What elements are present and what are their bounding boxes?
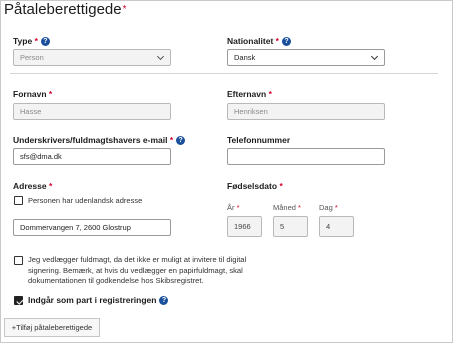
adresse-label: Adresse * <box>13 181 52 191</box>
part-label-text: Indgår som part i registreringen <box>28 295 157 305</box>
day-input[interactable]: 4 <box>319 216 354 237</box>
type-label-text: Type <box>13 36 33 46</box>
type-select[interactable]: Person <box>13 49 171 66</box>
adresse-label-text: Adresse <box>13 181 47 191</box>
email-input-value: sfs@dma.dk <box>20 152 62 161</box>
year-label: År * <box>227 203 240 212</box>
fuldmagt-text: Jeg vedlægger fuldmagt, da det ikke er m… <box>28 255 247 285</box>
help-icon[interactable]: ? <box>281 37 291 47</box>
nationalitet-select-value: Dansk <box>234 53 256 62</box>
required-marker: * <box>279 181 283 191</box>
fornavn-label: Fornavn * <box>13 89 52 99</box>
month-label: Måned * <box>273 203 301 212</box>
email-input[interactable]: sfs@dma.dk <box>13 148 171 165</box>
nationalitet-label-text: Nationalitet <box>227 36 274 46</box>
page-title-text: Påtaleberettigede <box>4 1 122 18</box>
year-label-text: År <box>227 203 235 212</box>
nationalitet-label: Nationalitet *? <box>227 36 291 47</box>
fornavn-input[interactable]: Hasse <box>13 103 171 120</box>
foedselsdato-label: Fødselsdato * <box>227 181 283 191</box>
part-checkbox[interactable] <box>14 296 23 305</box>
required-marker: * <box>236 203 240 212</box>
required-marker: * <box>268 89 272 99</box>
efternavn-input[interactable]: Henriksen <box>227 103 385 120</box>
required-marker: * <box>334 203 338 212</box>
telefon-label-text: Telefonnummer <box>227 135 291 145</box>
month-input[interactable]: 5 <box>273 216 308 237</box>
efternavn-input-value: Henriksen <box>234 107 268 116</box>
adresse-input-value: Dommervangen 7, 2600 Glostrup <box>20 223 131 232</box>
required-marker: * <box>298 203 301 212</box>
month-label-text: Måned <box>273 203 296 212</box>
fornavn-label-text: Fornavn <box>13 89 47 99</box>
fornavn-input-value: Hasse <box>20 107 42 116</box>
add-paataleberettigede-button[interactable]: +Tilføj påtaleberettigede <box>4 318 100 337</box>
foedselsdato-label-text: Fødselsdato <box>227 181 278 191</box>
fuldmagt-checkbox[interactable] <box>14 256 23 265</box>
email-label-text: Underskrivers/fuldmagtshavers e-mail <box>13 135 168 145</box>
help-icon[interactable]: ? <box>176 136 186 146</box>
day-label: Dag * <box>319 203 338 212</box>
adresse-input[interactable]: Dommervangen 7, 2600 Glostrup <box>13 219 171 236</box>
required-marker: * <box>48 89 53 99</box>
required-marker: * <box>275 36 279 46</box>
nationalitet-select[interactable]: Dansk <box>227 49 385 66</box>
day-label-text: Dag <box>319 203 333 212</box>
telefon-label: Telefonnummer <box>227 135 290 145</box>
help-icon[interactable]: ? <box>40 37 50 47</box>
year-input-value: 1966 <box>234 222 251 231</box>
efternavn-label: Efternavn * <box>227 89 272 99</box>
chevron-down-icon <box>156 52 165 61</box>
email-label: Underskrivers/fuldmagtshavers e-mail *? <box>13 135 186 146</box>
type-select-value: Person <box>20 53 44 62</box>
month-input-value: 5 <box>280 222 285 231</box>
telefon-input[interactable] <box>227 148 385 165</box>
day-input-value: 4 <box>326 222 331 231</box>
page-title: Påtaleberettigede* <box>4 1 127 18</box>
efternavn-label-text: Efternavn <box>227 89 267 99</box>
divider <box>10 73 438 74</box>
chevron-down-icon <box>370 52 379 61</box>
help-icon[interactable]: ? <box>159 296 169 306</box>
foreign-address-label: Personen har udenlandsk adresse <box>28 196 143 205</box>
foreign-address-checkbox[interactable] <box>14 196 23 205</box>
required-marker: * <box>122 4 127 15</box>
required-marker: * <box>48 181 53 191</box>
required-marker: * <box>34 36 38 46</box>
type-label: Type *? <box>13 36 50 47</box>
year-input[interactable]: 1966 <box>227 216 262 237</box>
required-marker: * <box>169 135 174 145</box>
part-label: Indgår som part i registreringen? <box>28 295 169 306</box>
